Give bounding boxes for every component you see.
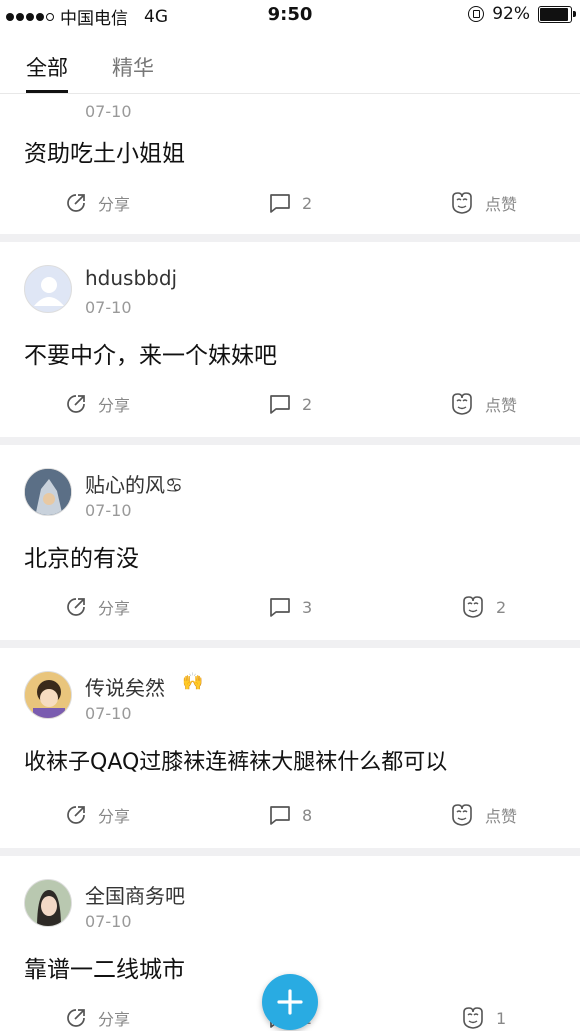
avatar[interactable] [24,265,72,313]
share-button[interactable]: 分享 [64,595,130,619]
comment-button[interactable]: 2 [268,191,312,215]
comment-icon [270,598,290,617]
like-icon [463,1007,483,1029]
avatar[interactable] [24,468,72,516]
share-icon [67,1009,85,1027]
username[interactable]: 全国商务吧 [85,880,185,909]
like-icon [463,596,483,618]
share-label: 分享 [98,195,131,214]
comment-icon [270,806,290,825]
status-bar: 中国电信 4G 9:50 92% [0,0,580,30]
post-card[interactable]: 传说矣然 🙌 07-10 收袜子QAQ过膝袜连裤袜大腿袜什么都可以 分享 8 点… [0,648,580,848]
avatar[interactable] [24,879,72,927]
comment-button[interactable]: 2 [268,392,312,416]
hands-emoji-icon: 🙌 [182,672,204,692]
share-button[interactable]: 分享 [64,803,130,827]
share-button[interactable]: 分享 [64,1006,130,1030]
post-date: 07-10 [85,102,132,121]
comment-button[interactable]: 8 [268,803,312,827]
comment-count: 2 [302,193,313,213]
share-icon [67,395,85,413]
comment-icon [270,395,290,414]
like-icon [452,192,472,214]
tab-all[interactable]: 全部 [26,52,68,82]
share-icon [67,598,85,616]
share-icon [67,194,85,212]
username[interactable]: 传说矣然 [85,672,165,701]
share-label: 分享 [98,396,131,415]
post-content[interactable]: 收袜子QAQ过膝袜连裤袜大腿袜什么都可以 [24,744,447,776]
comment-count: 3 [302,597,313,617]
like-button[interactable]: 点赞 [449,803,517,827]
post-content[interactable]: 北京的有没 [24,539,139,573]
avatar[interactable] [24,671,72,719]
post-date: 07-10 [85,298,132,317]
like-icon [452,804,472,826]
like-label: 点赞 [485,807,518,826]
post-feed[interactable]: 07-10 资助吃土小姐姐 分享 2 点赞 hdusbbdj 07-10 不要中… [0,94,580,1031]
comment-icon [270,194,290,213]
active-tab-indicator [26,90,68,93]
share-label: 分享 [98,1010,131,1029]
share-icon [67,806,85,824]
battery-percent: 92% [492,4,530,24]
post-content[interactable]: 不要中介，来一个妹妹吧 [24,336,277,370]
new-post-button[interactable] [262,974,318,1030]
post-date: 07-10 [85,704,132,723]
like-label: 点赞 [485,396,518,415]
username[interactable]: 贴心的风♋ [85,469,183,498]
battery-icon [538,5,576,23]
tab-bar: 全部 精华 [0,30,580,94]
post-card[interactable]: 贴心的风♋ 07-10 北京的有没 分享 3 2 [0,445,580,640]
comment-count: 2 [302,394,313,414]
status-right: 92% [468,4,576,24]
like-count: 1 [496,1008,507,1028]
like-icon [452,393,472,415]
rotation-lock-icon [468,6,485,22]
share-label: 分享 [98,807,131,826]
share-label: 分享 [98,599,131,618]
share-button[interactable]: 分享 [64,191,130,215]
like-button[interactable]: 2 [460,595,506,619]
tab-featured[interactable]: 精华 [112,52,154,82]
post-date: 07-10 [85,501,132,520]
post-content[interactable]: 靠谱一二线城市 [24,950,185,984]
like-button[interactable]: 点赞 [449,392,517,416]
comment-button[interactable]: 3 [268,595,312,619]
like-count: 2 [496,597,507,617]
like-button[interactable]: 1 [460,1006,506,1030]
like-label: 点赞 [485,195,518,214]
like-button[interactable]: 点赞 [449,191,517,215]
share-button[interactable]: 分享 [64,392,130,416]
post-card[interactable]: 07-10 资助吃土小姐姐 分享 2 点赞 [0,94,580,234]
plus-icon [277,989,303,1015]
comment-count: 8 [302,805,313,825]
username[interactable]: hdusbbdj [85,266,177,290]
post-card[interactable]: hdusbbdj 07-10 不要中介，来一个妹妹吧 分享 2 点赞 [0,242,580,437]
post-content[interactable]: 资助吃土小姐姐 [24,134,185,168]
post-date: 07-10 [85,912,132,931]
